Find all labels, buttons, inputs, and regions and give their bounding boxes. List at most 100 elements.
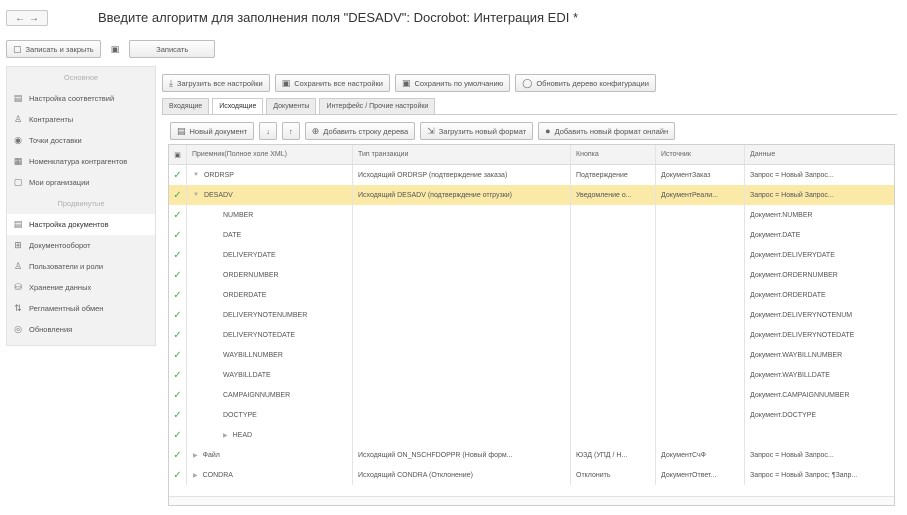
row-enabled-checkbox[interactable]: ✓: [169, 405, 187, 425]
refresh-icon: ◯: [522, 77, 533, 88]
cell-transaction-type: [353, 285, 571, 305]
row-enabled-checkbox[interactable]: ✓: [169, 465, 187, 485]
table-row[interactable]: ✓ CAMPAIGNNUMBER Документ.CAMPAIGNNUMBER: [169, 385, 894, 405]
cell-transaction-type: [353, 225, 571, 245]
sidebar-item[interactable]: ▤ Настройка документов: [7, 214, 155, 235]
cell-receiver-text: DESADV: [203, 191, 233, 199]
row-enabled-checkbox[interactable]: ✓: [169, 305, 187, 325]
table-row[interactable]: ✓ DATE Документ.DATE: [169, 225, 894, 245]
row-enabled-checkbox[interactable]: ✓: [169, 225, 187, 245]
sidebar-item[interactable]: ▢ Мои организации: [7, 172, 155, 193]
expand-icon[interactable]: ▶: [223, 432, 228, 439]
tab[interactable]: Интерфейс / Прочие настройки: [319, 98, 436, 114]
update-config-label: Обновить дерево конфигурации: [536, 78, 649, 88]
cell-transaction-type: [353, 345, 571, 365]
row-enabled-checkbox[interactable]: ✓: [169, 345, 187, 365]
move-down-button[interactable]: ↓: [259, 122, 277, 140]
column-header-data[interactable]: Данные: [745, 145, 894, 164]
cell-button: [571, 405, 656, 425]
forward-arrow-icon[interactable]: →: [29, 13, 39, 24]
collapse-icon[interactable]: ▼: [193, 192, 199, 198]
table-row[interactable]: ✓ ORDERNUMBER Документ.ORDERNUMBER: [169, 265, 894, 285]
cell-data: Документ.DOCTYPE: [750, 411, 817, 419]
table-row[interactable]: ✓ WAYBILLDATE Документ.WAYBILLDATE: [169, 365, 894, 385]
tab[interactable]: Документы: [266, 98, 317, 114]
sidebar-item-label: Документооборот: [29, 241, 91, 250]
cell-receiver: DOCTYPE: [187, 405, 353, 425]
row-enabled-checkbox[interactable]: ✓: [169, 265, 187, 285]
table-row[interactable]: ✓ ▶ Файл Исходящий ON_NSCHFDOPPR (Новый фор…: [169, 445, 894, 465]
collapse-icon[interactable]: ▼: [193, 172, 199, 178]
cell-transaction-type: [353, 425, 571, 445]
row-enabled-checkbox[interactable]: ✓: [169, 185, 187, 205]
load-all-settings-button[interactable]: ⤓ Загрузить все настройки: [162, 74, 270, 92]
table-row[interactable]: ✓ NUMBER Документ.NUMBER: [169, 205, 894, 225]
horizontal-scrollbar[interactable]: [169, 496, 894, 505]
table-row[interactable]: ✓ WAYBILLNUMBER Документ.WAYBILLNUMBER: [169, 345, 894, 365]
row-enabled-checkbox[interactable]: ✓: [169, 325, 187, 345]
row-enabled-checkbox[interactable]: ✓: [169, 385, 187, 405]
update-config-button[interactable]: ◯ Обновить дерево конфигурации: [515, 74, 656, 92]
sidebar-item[interactable]: ⛁ Хранение данных: [7, 277, 155, 298]
save-disk-button[interactable]: ▣: [107, 40, 124, 58]
row-enabled-checkbox[interactable]: ✓: [169, 205, 187, 225]
row-enabled-checkbox[interactable]: ✓: [169, 165, 187, 185]
sidebar-item-label: Продвинутые: [57, 199, 105, 208]
sidebar-item[interactable]: ⊞ Документооборот: [7, 235, 155, 256]
row-enabled-checkbox[interactable]: ✓: [169, 245, 187, 265]
main-panel: ⤓ Загрузить все настройки ▣ Сохранить вс…: [162, 66, 902, 510]
expand-icon[interactable]: ▶: [193, 452, 198, 459]
save-button[interactable]: Записать: [129, 40, 216, 58]
sidebar-item[interactable]: ⇅ Регламентный обмен: [7, 298, 155, 319]
checkmark-icon: ✓: [173, 349, 182, 361]
cell-button: [571, 265, 656, 285]
command-bar: ▢ Записать и закрыть ▣ Записать: [6, 40, 216, 58]
sidebar-item[interactable]: ◉ Точки доставки: [7, 130, 155, 151]
row-enabled-checkbox[interactable]: ✓: [169, 365, 187, 385]
sidebar-item[interactable]: ♙ Пользователи и роли: [7, 256, 155, 277]
expand-icon[interactable]: ▶: [193, 472, 198, 479]
row-enabled-checkbox[interactable]: ✓: [169, 285, 187, 305]
add-tree-row-button[interactable]: ⊕ Добавить строку дерева: [304, 122, 416, 140]
row-enabled-checkbox[interactable]: ✓: [169, 425, 187, 445]
sidebar-item[interactable]: ▦ Номенклатура контрагентов: [7, 151, 155, 172]
save-default-button[interactable]: ▣ Сохранить по умолчанию: [395, 74, 511, 92]
add-format-online-button[interactable]: ● Добавить новый формат онлайн: [538, 122, 676, 140]
table-row[interactable]: ✓ ▶ CONDRA Исходящий CONDRA (Отклонение) Отк…: [169, 465, 894, 485]
nav-buttons[interactable]: ← →: [6, 10, 48, 26]
column-header-button[interactable]: Кнопка: [571, 145, 656, 164]
cell-transaction-type: [353, 305, 571, 325]
new-document-button[interactable]: ▤ Новый документ: [170, 122, 255, 140]
table-row[interactable]: ✓ DELIVERYNOTEDATE Документ.DELIVERYNOTEDA…: [169, 325, 894, 345]
sidebar-item[interactable]: ▤ Настройка соответствий: [7, 88, 155, 109]
cell-button: Уведомление о...: [571, 185, 656, 205]
column-header-receiver[interactable]: Приемник(Полное холе XML): [187, 145, 353, 164]
tab[interactable]: Входящие: [162, 98, 210, 114]
table-row[interactable]: ✓ ORDERDATE Документ.ORDERDATE: [169, 285, 894, 305]
row-enabled-checkbox[interactable]: ✓: [169, 445, 187, 465]
column-header-source[interactable]: Источник: [656, 145, 745, 164]
sidebar-item[interactable]: ♙ Контрагенты: [7, 109, 155, 130]
move-up-button[interactable]: ↑: [281, 122, 300, 140]
table-row[interactable]: ✓ ▼ ORDRSP Исходящий ORDRSP (подтверждение …: [169, 165, 894, 185]
table-row[interactable]: ✓ ▼ DESADV Исходящий DESADV (подтверждение …: [169, 185, 894, 205]
flow-icon: ⊞: [14, 240, 22, 250]
cell-receiver: DELIVERYDATE: [187, 245, 353, 265]
table-row[interactable]: ✓ DOCTYPE Документ.DOCTYPE: [169, 405, 894, 425]
checkmark-icon: ✓: [173, 429, 182, 441]
cell-data: Документ.ORDERNUMBER: [750, 271, 838, 279]
sidebar-item[interactable]: ◎ Обновления: [7, 319, 155, 340]
table-row[interactable]: ✓ DELIVERYNOTENUMBER Документ.DELIVERYNOTE…: [169, 305, 894, 325]
cell-data: Документ.WAYBILLNUMBER: [750, 351, 843, 359]
table-row[interactable]: ✓ ▶ HEAD: [169, 425, 894, 445]
save-close-button[interactable]: ▢ Записать и закрыть: [6, 40, 101, 58]
column-header-transaction-type[interactable]: Тип транзакции: [353, 145, 571, 164]
tab[interactable]: Исходящие: [212, 98, 264, 114]
cell-receiver-text: ORDERDATE: [223, 291, 267, 299]
load-format-button[interactable]: ⇲ Загрузить новый формат: [420, 122, 534, 140]
back-arrow-icon[interactable]: ←: [15, 13, 25, 24]
save-all-settings-button[interactable]: ▣ Сохранить все настройки: [274, 74, 390, 92]
header-select-icon[interactable]: ▣: [169, 145, 187, 164]
table-row[interactable]: ✓ DELIVERYDATE Документ.DELIVERYDATE: [169, 245, 894, 265]
cell-source: [656, 305, 745, 325]
